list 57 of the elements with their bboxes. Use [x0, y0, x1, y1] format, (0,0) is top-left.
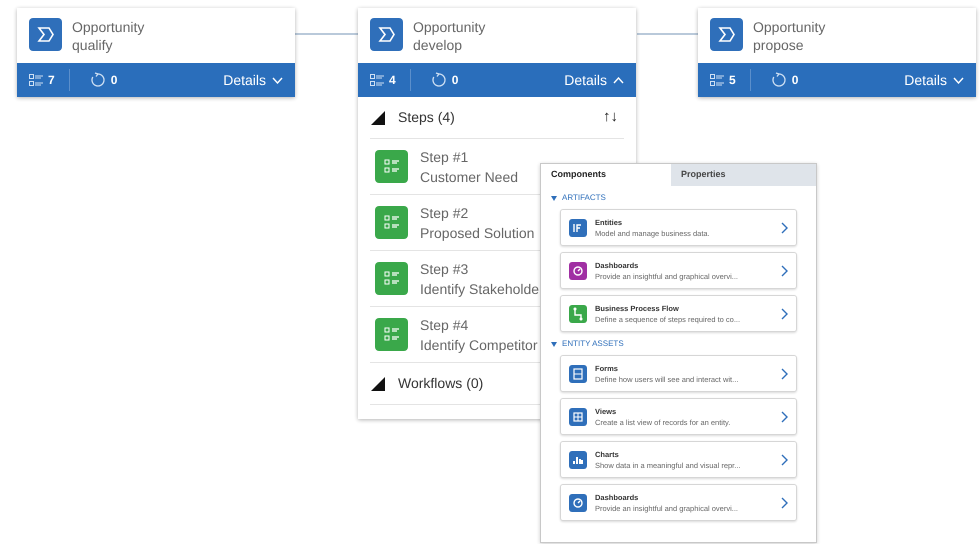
checklist-icon: [375, 262, 408, 295]
chevron-right-icon: [781, 308, 788, 320]
chevron-right-icon: [781, 222, 788, 234]
stage-title: Opportunity: [413, 18, 486, 36]
expanded-triangle-icon: [370, 376, 386, 392]
checklist-icon: [375, 318, 408, 351]
checklist-icon: [375, 206, 408, 239]
stage-name: qualify: [72, 36, 114, 54]
table-icon: [569, 218, 587, 236]
stage-title: Opportunity: [72, 18, 144, 36]
connector-line: [294, 33, 358, 35]
chevron-up-icon: [613, 76, 624, 84]
details-toggle[interactable]: Details: [223, 70, 283, 90]
gauge-icon: [569, 262, 587, 280]
workflows-count: 0: [110, 72, 118, 89]
chevron-right-icon: [781, 368, 788, 380]
stage-title: Opportunity: [753, 18, 826, 36]
chevron-right-icon: [781, 454, 788, 466]
refresh-icon: [90, 72, 106, 88]
panel-tab[interactable]: Properties: [671, 164, 816, 186]
stage-icon: [29, 18, 62, 51]
steps-count: 5: [729, 72, 736, 89]
refresh-icon: [430, 72, 447, 88]
checklist-icon: [29, 74, 43, 86]
checklist-icon: [375, 150, 408, 183]
details-toggle[interactable]: Details: [904, 70, 964, 90]
stage-icon: [710, 18, 743, 51]
flow-icon: [569, 304, 587, 322]
gauge-icon: [569, 494, 587, 512]
expanded-triangle-icon: [370, 110, 386, 126]
sort-arrows[interactable]: ↑↓: [603, 106, 618, 129]
caret-down-icon: [551, 342, 557, 346]
group-header[interactable]: ARTIFACTS: [551, 192, 606, 204]
chevron-right-icon: [781, 264, 788, 276]
group-header[interactable]: ENTITY ASSETS: [551, 338, 624, 350]
caret-down-icon: [551, 196, 557, 200]
stage-name: develop: [413, 36, 464, 54]
steps-count: 4: [389, 72, 396, 89]
workflows-count: 0: [792, 72, 798, 89]
details-toggle[interactable]: Details: [564, 70, 624, 90]
checklist-icon: [710, 74, 724, 86]
stage-name: propose: [753, 36, 805, 54]
connector-line: [637, 33, 698, 35]
section-header[interactable]: Steps (4) ↑↓: [370, 97, 624, 139]
chevron-down-icon: [953, 76, 964, 84]
form-icon: [569, 364, 587, 382]
workflows-count: 0: [452, 72, 458, 89]
stage-icon: [370, 18, 403, 51]
refresh-icon: [770, 72, 787, 88]
grid-icon: [569, 408, 587, 426]
checklist-icon: [370, 74, 384, 86]
chevron-down-icon: [272, 76, 283, 84]
panel-tab[interactable]: Components: [541, 164, 671, 186]
bar-chart-icon: [569, 450, 587, 468]
steps-count: 7: [48, 72, 55, 89]
chevron-right-icon: [781, 410, 788, 422]
chevron-right-icon: [781, 496, 788, 508]
